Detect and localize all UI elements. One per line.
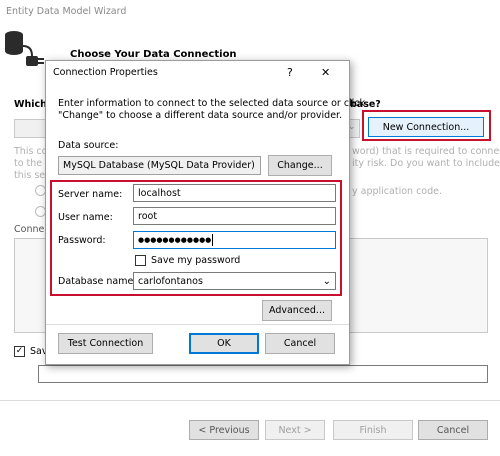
wizard-info-line2-left: to the [14, 158, 43, 169]
wizard-title: Entity Data Model Wizard [6, 6, 127, 17]
wizard-info-line1-right: word) that is required to connect [352, 146, 500, 157]
change-button[interactable]: Change... [268, 155, 332, 176]
wizard-info-line2-right: ity risk. Do you want to include [352, 158, 500, 169]
wizard-footer-divider [0, 400, 500, 401]
dialog-footer-divider [46, 324, 349, 325]
password-input[interactable]: ●●●●●●●●●●●● [133, 231, 336, 249]
previous-button[interactable]: < Previous [189, 420, 259, 440]
wizard-info-line3-left: this se [14, 170, 46, 181]
password-mask: ●●●●●●●●●●●● [138, 236, 212, 244]
dialog-intro-line2: "Change" to choose a different data sour… [58, 110, 343, 121]
test-connection-button[interactable]: Test Connection [58, 333, 153, 354]
server-name-input[interactable]: localhost [133, 184, 336, 202]
finish-button[interactable]: Finish [333, 420, 413, 440]
data-source-field: MySQL Database (MySQL Data Provider) [58, 156, 261, 175]
wizard-heading: Choose Your Data Connection [70, 49, 237, 60]
advanced-button[interactable]: Advanced... [262, 300, 332, 321]
new-connection-button[interactable]: New Connection... [368, 117, 484, 137]
ok-button[interactable]: OK [189, 333, 259, 354]
database-name-label: Database name: [58, 276, 137, 287]
wizard-connection-label: Conne [14, 224, 45, 235]
database-name-value: carlofontanos [138, 275, 203, 287]
wizard-question-prefix: Which [14, 99, 47, 110]
user-name-label: User name: [58, 212, 113, 223]
next-button[interactable]: Next > [265, 420, 325, 440]
chevron-down-icon: ⌄ [322, 275, 331, 287]
close-icon[interactable]: ✕ [321, 66, 330, 79]
help-icon[interactable]: ? [287, 66, 293, 79]
dialog-title: Connection Properties [53, 67, 158, 78]
user-name-input[interactable]: root [133, 207, 336, 225]
wizard-cancel-button[interactable]: Cancel [418, 420, 488, 440]
wizard-info-line1-left: This co [14, 146, 48, 157]
password-label: Password: [58, 235, 106, 246]
database-name-select[interactable]: carlofontanos ⌄ [133, 272, 336, 290]
server-name-label: Server name: [58, 189, 123, 200]
save-password-checkbox[interactable] [135, 255, 146, 266]
dialog-cancel-button[interactable]: Cancel [265, 333, 335, 354]
wizard-save-checkbox[interactable]: ✓ [14, 346, 25, 357]
dialog-intro-line1: Enter information to connect to the sele… [58, 98, 366, 109]
save-password-label: Save my password [151, 255, 241, 266]
text-cursor [212, 234, 214, 246]
wizard-radio-option-text: y application code. [352, 186, 442, 197]
data-source-label: Data source: [58, 140, 119, 151]
wizard-save-name-field[interactable] [38, 365, 488, 383]
